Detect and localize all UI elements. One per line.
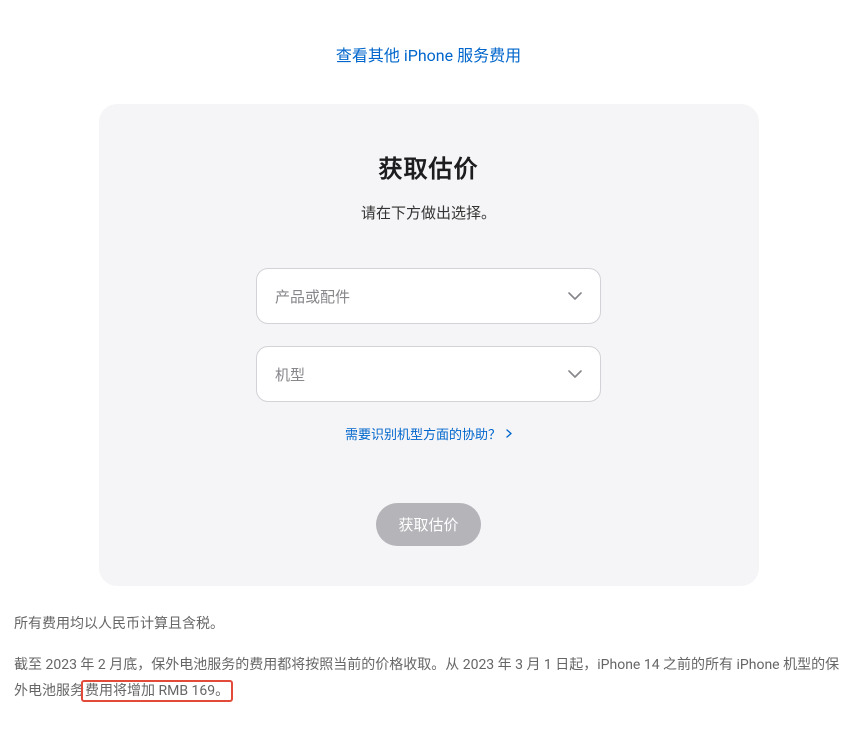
help-link-row: 需要识别机型方面的协助？ bbox=[139, 424, 719, 443]
chevron-right-icon bbox=[506, 429, 512, 438]
estimate-card: 获取估价 请在下方做出选择。 产品或配件 机型 需要识别机型方面的协助？ bbox=[99, 104, 759, 586]
footer-line-2: 截至 2023 年 2 月底，保外电池服务的费用都将按照当前的价格收取。从 20… bbox=[14, 652, 843, 705]
get-estimate-button[interactable]: 获取估价 bbox=[376, 503, 480, 546]
card-subtitle: 请在下方做出选择。 bbox=[139, 202, 719, 223]
model-select[interactable]: 机型 bbox=[256, 346, 601, 402]
card-title: 获取估价 bbox=[139, 149, 719, 184]
model-select-placeholder: 机型 bbox=[275, 364, 305, 385]
model-select-row: 机型 bbox=[256, 346, 601, 402]
footer-text: 所有费用均以人民币计算且含税。 截至 2023 年 2 月底，保外电池服务的费用… bbox=[10, 611, 847, 705]
top-link-row: 查看其他 iPhone 服务费用 bbox=[10, 42, 847, 66]
footer-line-1: 所有费用均以人民币计算且含税。 bbox=[14, 611, 843, 638]
chevron-down-icon bbox=[568, 292, 582, 300]
highlighted-price-increase: 费用将增加 RMB 169。 bbox=[81, 680, 233, 702]
product-select-row: 产品或配件 bbox=[256, 268, 601, 324]
identify-model-help-link[interactable]: 需要识别机型方面的协助？ bbox=[345, 424, 512, 443]
chevron-down-icon bbox=[568, 370, 582, 378]
help-link-label: 需要识别机型方面的协助？ bbox=[345, 424, 501, 443]
product-select-placeholder: 产品或配件 bbox=[275, 286, 350, 307]
other-services-link[interactable]: 查看其他 iPhone 服务费用 bbox=[336, 46, 521, 65]
product-select[interactable]: 产品或配件 bbox=[256, 268, 601, 324]
